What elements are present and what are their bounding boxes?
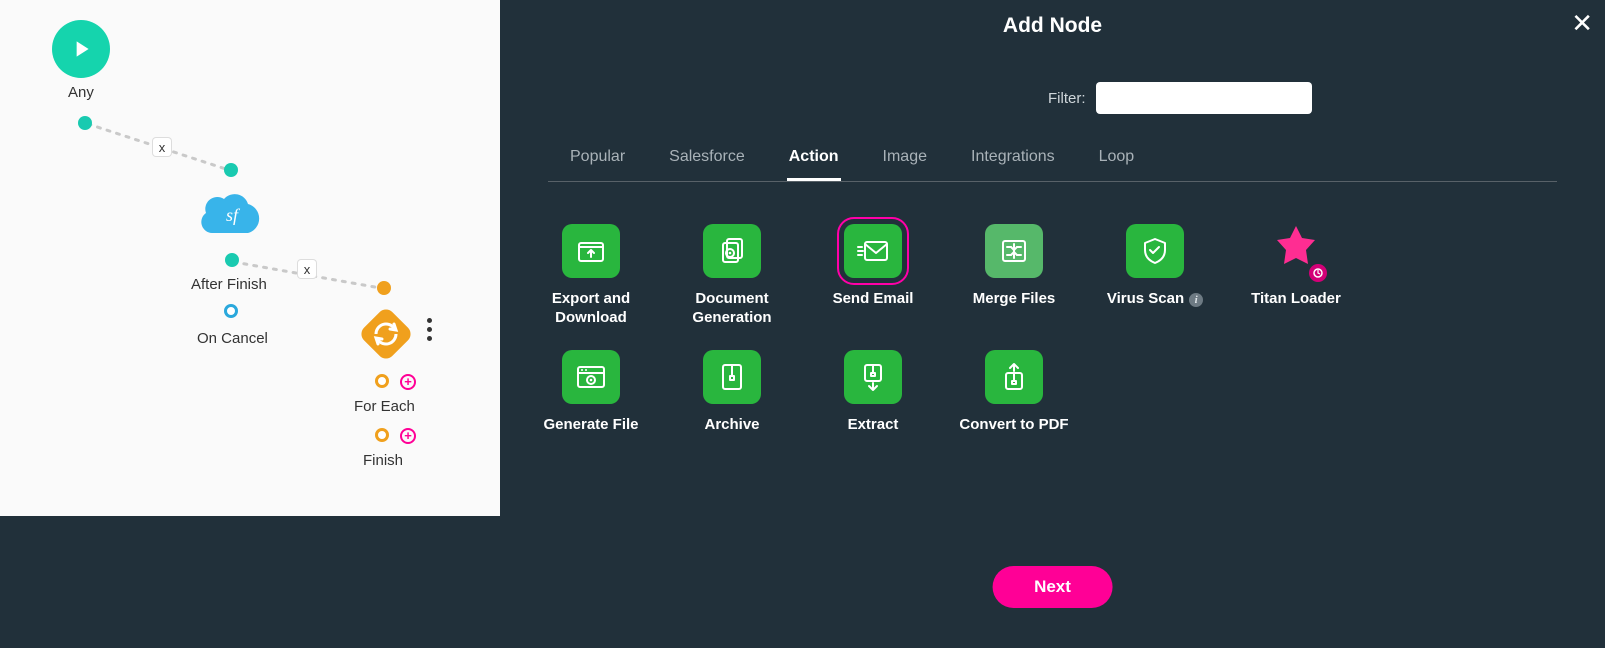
finish-label: Finish (363, 452, 403, 469)
documents-gear-icon (703, 224, 761, 278)
node-convert-pdf[interactable]: Convert to PDF (971, 350, 1057, 435)
start-node[interactable] (52, 20, 110, 78)
loop-node[interactable] (350, 298, 422, 375)
shield-check-icon (1126, 224, 1184, 278)
zip-down-icon (844, 350, 902, 404)
email-icon (844, 224, 902, 278)
node-send-email[interactable]: Send Email (830, 224, 916, 328)
node-archive[interactable]: Archive (689, 350, 775, 435)
flow-canvas[interactable]: Any x sf After Finish On Cancel x (0, 0, 500, 516)
tab-popular[interactable]: Popular (568, 148, 627, 181)
node-label: Merge Files (959, 290, 1069, 309)
cloud-icon: sf (198, 188, 266, 236)
tab-loop[interactable]: Loop (1097, 148, 1137, 181)
add-foreach-icon[interactable]: + (400, 374, 416, 390)
node-label: Generate File (536, 416, 646, 435)
cancel-dot[interactable] (224, 304, 238, 318)
node-extract[interactable]: Extract (830, 350, 916, 435)
node-label: Extract (818, 416, 928, 435)
upload-folder-icon (562, 224, 620, 278)
loop-in-dot[interactable] (377, 281, 391, 295)
add-finish-icon[interactable]: + (400, 428, 416, 444)
node-label: Export and Download (536, 290, 646, 328)
node-menu-icon[interactable] (427, 318, 432, 341)
connector-start-dot[interactable] (78, 116, 92, 130)
node-label: Titan Loader (1241, 290, 1351, 309)
node-label: Virus Scani (1100, 290, 1210, 309)
tab-action[interactable]: Action (787, 148, 841, 181)
info-icon[interactable]: i (1189, 293, 1203, 307)
cancel-label: On Cancel (197, 330, 268, 347)
node-label: Archive (677, 416, 787, 435)
star-icon (1269, 224, 1323, 278)
node-grid: Export and Download Document Generation Se… (548, 224, 1448, 434)
zip-file-icon (703, 350, 761, 404)
node-titan-loader[interactable]: Titan Loader (1253, 224, 1339, 328)
close-icon[interactable]: ✕ (1571, 8, 1593, 39)
browser-gear-icon (562, 350, 620, 404)
tab-salesforce[interactable]: Salesforce (667, 148, 747, 181)
node-label: Document Generation (677, 290, 787, 328)
node-merge-files[interactable]: Merge Files (971, 224, 1057, 328)
filter-input[interactable] (1096, 82, 1312, 114)
connector-delete-1[interactable]: x (153, 138, 171, 156)
merge-icon (985, 224, 1043, 278)
salesforce-node[interactable]: sf (198, 188, 266, 241)
next-button[interactable]: Next (992, 566, 1113, 608)
sf-out-dot[interactable] (225, 253, 239, 267)
connector-delete-2[interactable]: x (298, 260, 316, 278)
foreach-dot[interactable] (375, 374, 389, 388)
node-generate-file[interactable]: Generate File (548, 350, 634, 435)
node-export-download[interactable]: Export and Download (548, 224, 634, 328)
node-label: Send Email (818, 290, 928, 309)
sf-node-label: After Finish (191, 276, 267, 293)
loop-icon (350, 298, 422, 370)
tab-image[interactable]: Image (881, 148, 929, 181)
panel-title: Add Node (500, 14, 1605, 38)
sf-in-dot[interactable] (224, 163, 238, 177)
category-tabs: Popular Salesforce Action Image Integrat… (548, 148, 1557, 182)
tab-integrations[interactable]: Integrations (969, 148, 1057, 181)
play-icon (68, 36, 94, 62)
start-node-label: Any (68, 84, 94, 101)
node-virus-scan[interactable]: Virus Scani (1112, 224, 1198, 328)
add-node-panel: Add Node ✕ Filter: Popular Salesforce Ac… (500, 0, 1605, 648)
filter-label: Filter: (1048, 90, 1086, 107)
finish-dot[interactable] (375, 428, 389, 442)
zip-up-icon (985, 350, 1043, 404)
node-document-generation[interactable]: Document Generation (689, 224, 775, 328)
node-label: Convert to PDF (959, 416, 1069, 435)
foreach-label: For Each (354, 398, 415, 415)
